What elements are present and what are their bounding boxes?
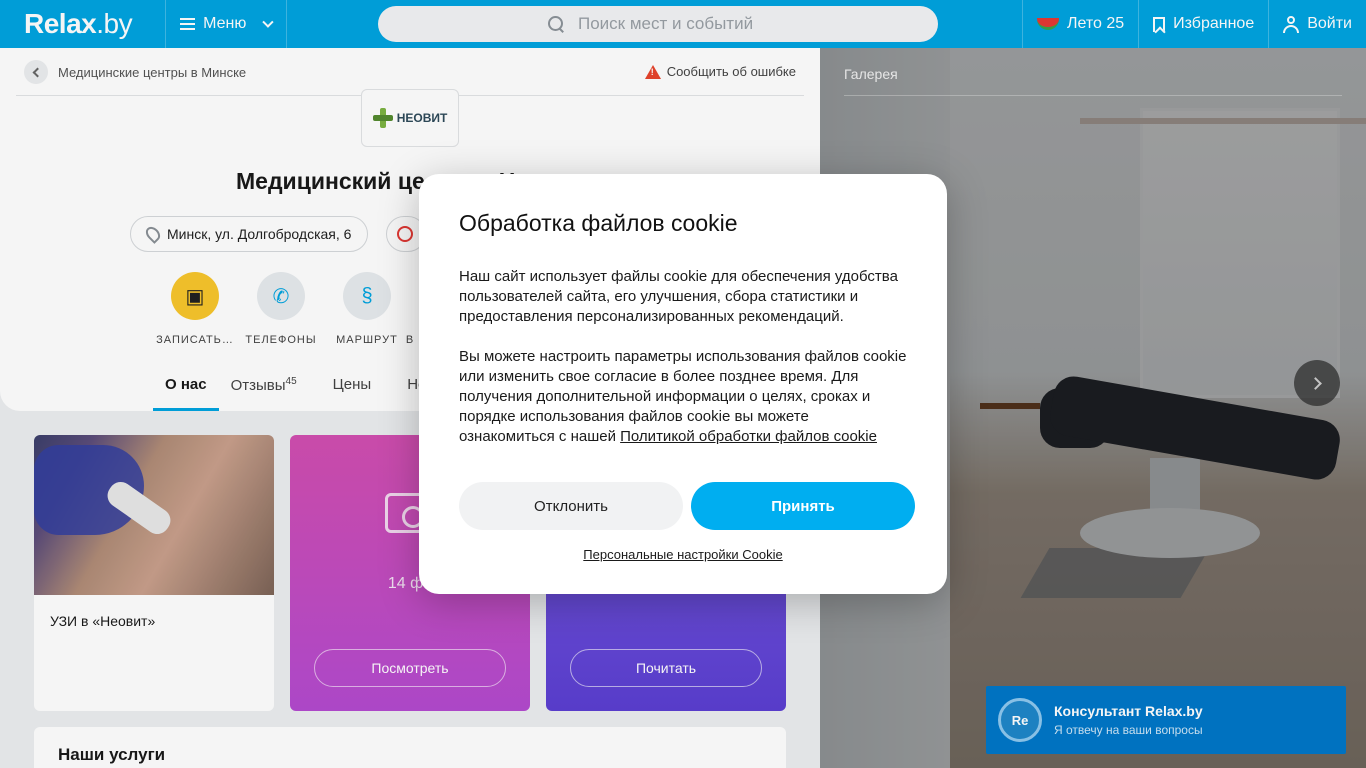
tab-reviews[interactable]: Отзывы45 <box>231 366 309 411</box>
cookie-title: Обработка файлов cookie <box>459 210 738 236</box>
clinic-logo: НЕОВИТ <box>361 89 459 147</box>
consultant-widget[interactable]: Re Консультант Relax.by Я отвечу на ваши… <box>986 686 1346 754</box>
search-icon <box>548 16 564 32</box>
services-title: Наши услуги <box>58 745 166 764</box>
tab-prices[interactable]: Цены <box>333 366 384 411</box>
uzi-image <box>34 435 274 595</box>
login-link[interactable]: Войти <box>1268 0 1366 48</box>
logo-suffix-text: .by <box>96 8 133 39</box>
uzi-card[interactable]: УЗИ в «Неовит» <box>34 435 274 711</box>
search-bar[interactable] <box>378 6 938 42</box>
cookie-buttons: Отклонить Принять <box>459 482 915 530</box>
services-section: Наши услуги <box>34 727 786 768</box>
favorites-label: Избранное <box>1173 15 1255 32</box>
chevron-down-icon <box>262 16 274 28</box>
summer-link[interactable]: Лето 25 <box>1021 0 1138 48</box>
user-icon <box>1283 16 1300 33</box>
logo-main-text: Relax <box>24 8 97 39</box>
header-right: Лето 25 Избранное Войти <box>1021 0 1366 48</box>
back-arrow-icon[interactable] <box>24 60 48 84</box>
menu-button[interactable]: Меню <box>166 0 286 48</box>
clinic-logo-text: НЕОВИТ <box>396 111 448 125</box>
action-phones[interactable]: ✆ ТЕЛЕФОНЫ <box>241 272 321 346</box>
reviews-count-badge: 45 <box>285 376 297 387</box>
address-chip[interactable]: Минск, ул. Долгобродская, 6 <box>130 216 369 252</box>
action-more-label: В <box>405 334 415 346</box>
read-button[interactable]: Почитать <box>570 649 762 687</box>
gallery-title: Галерея <box>844 66 898 82</box>
breadcrumb-text[interactable]: Медицинские центры в Минске <box>58 65 246 80</box>
map-pin-icon <box>143 224 163 244</box>
watermelon-icon <box>1036 18 1059 30</box>
search-input[interactable] <box>578 14 768 34</box>
consultant-title: Консультант Relax.by <box>1054 703 1203 719</box>
consultant-text: Консультант Relax.by Я отвечу на ваши во… <box>1054 703 1203 737</box>
hamburger-icon <box>180 18 196 30</box>
cookie-policy-link[interactable]: Политикой обработки файлов cookie <box>620 428 877 445</box>
tab-prices-label: Цены <box>332 376 372 393</box>
tab-about-label: О нас <box>165 376 207 393</box>
view-photos-button[interactable]: Посмотреть <box>314 649 506 687</box>
action-book-label: ЗАПИСАТЬ… <box>156 334 234 346</box>
tab-bar: О нас Отзывы45 Цены Ново <box>153 366 455 411</box>
report-error-label: Сообщить об ошибке <box>666 64 796 79</box>
page-title-text: Медицинский це <box>236 168 425 194</box>
accept-button[interactable]: Принять <box>691 482 915 530</box>
site-logo[interactable]: Relax .by <box>0 0 165 48</box>
cookie-settings-link[interactable]: Персональные настройки Cookie <box>419 547 947 562</box>
cookie-text-1: Наш сайт использует файлы cookie для обе… <box>459 268 898 325</box>
decline-button[interactable]: Отклонить <box>459 482 683 530</box>
action-book[interactable]: ▣ ЗАПИСАТЬ… <box>155 272 235 346</box>
favorites-link[interactable]: Избранное <box>1138 0 1268 48</box>
top-header: Relax.by Меню Лето 25 Избранное Войти <box>0 0 1366 48</box>
tab-reviews-label: Отзывы <box>230 377 286 394</box>
medical-cross-icon <box>372 108 393 128</box>
menu-label: Меню <box>203 15 247 32</box>
calendar-check-icon: ▣ <box>171 272 219 320</box>
bookmark-icon <box>1153 16 1166 32</box>
action-phones-label: ТЕЛЕФОНЫ <box>245 334 317 346</box>
chevron-right-icon <box>1308 376 1322 390</box>
clock-icon <box>397 226 413 242</box>
cookie-text-2: Вы можете настроить параметры использова… <box>459 347 907 447</box>
address-text: Минск, ул. Долгобродская, 6 <box>167 226 352 242</box>
report-error-link[interactable]: Сообщить об ошибке <box>644 64 796 79</box>
gallery-divider <box>844 95 1342 96</box>
warning-icon <box>644 64 661 79</box>
login-label: Войти <box>1307 15 1352 32</box>
breadcrumb[interactable]: Медицинские центры в Минске <box>24 60 246 84</box>
uzi-caption: УЗИ в «Неовит» <box>50 613 156 629</box>
tab-about[interactable]: О нас <box>153 366 219 411</box>
gallery-next-button[interactable] <box>1294 360 1340 406</box>
consultant-avatar: Re <box>998 698 1042 742</box>
cookie-modal: Обработка файлов cookie Наш сайт использ… <box>419 174 947 594</box>
summer-label: Лето 25 <box>1066 15 1125 32</box>
phone-icon: ✆ <box>257 272 305 320</box>
header-separator <box>286 0 287 48</box>
consultant-subtitle: Я отвечу на ваши вопросы <box>1054 723 1203 737</box>
